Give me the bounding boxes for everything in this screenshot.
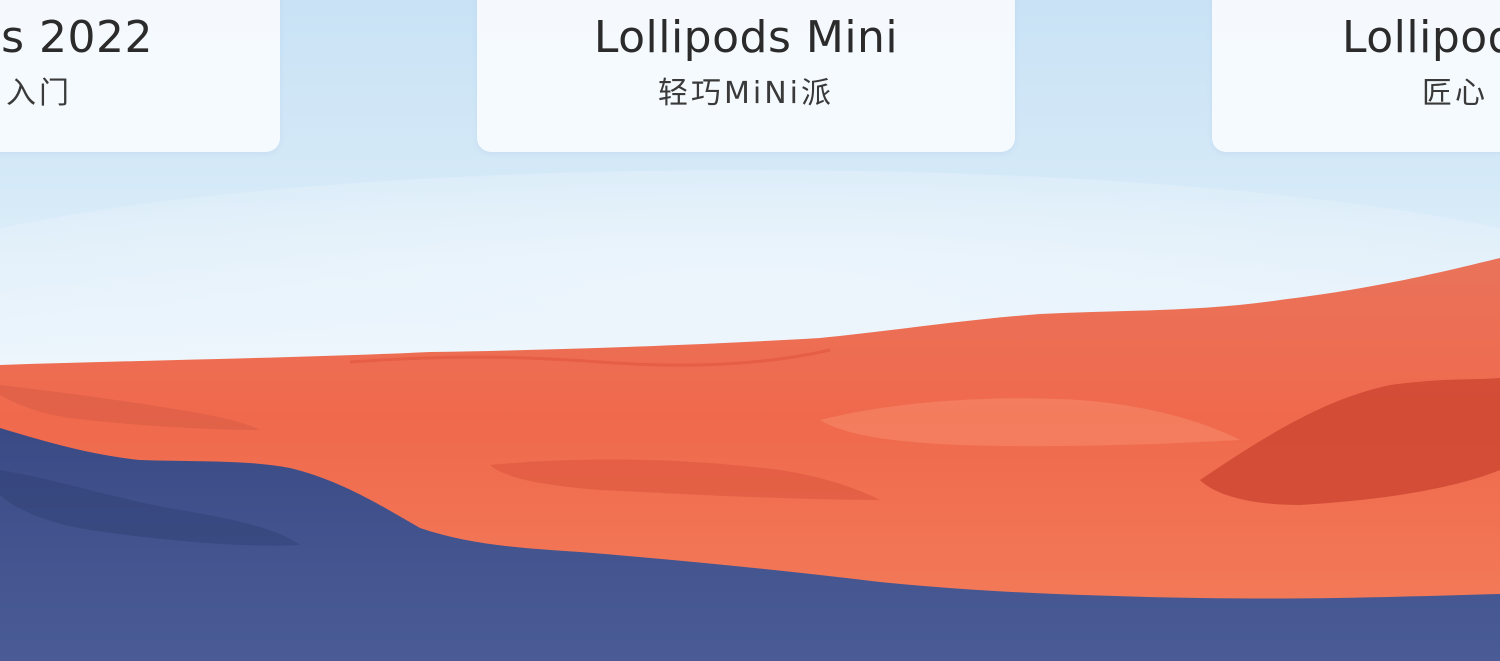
product-card-right[interactable]: Lollipod 匠心 xyxy=(1212,0,1500,152)
product-title: Lollipods Mini xyxy=(593,12,899,63)
product-title: ds 2022 xyxy=(0,12,153,63)
screen: ds 2022 入门 Lollipods Mini 轻巧MiNi派 Lollip… xyxy=(0,0,1500,661)
product-subtitle: 轻巧MiNi派 xyxy=(658,76,834,111)
product-subtitle: 入门 xyxy=(6,76,72,111)
product-card-center[interactable]: Lollipods Mini 轻巧MiNi派 xyxy=(477,0,1015,152)
product-card-left[interactable]: ds 2022 入门 xyxy=(0,0,280,152)
product-subtitle: 匠心 xyxy=(1422,76,1488,111)
product-title: Lollipod xyxy=(1342,12,1500,63)
